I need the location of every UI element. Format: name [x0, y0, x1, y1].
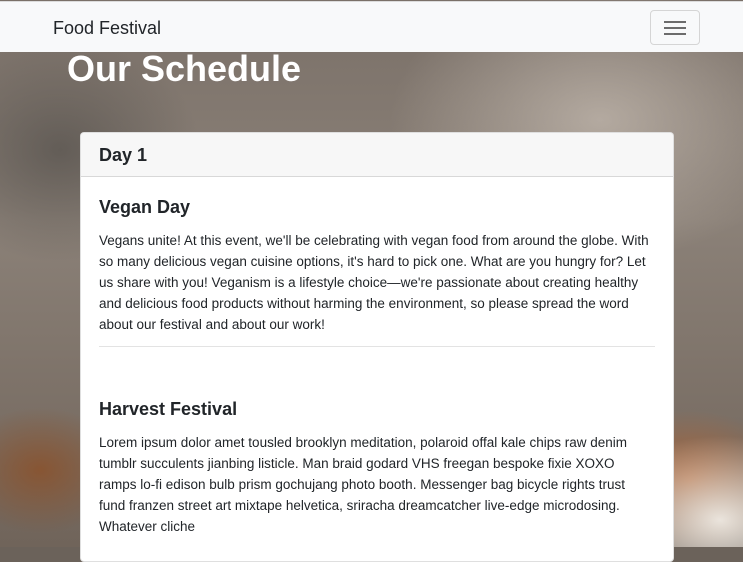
event-title: Harvest Festival	[99, 399, 238, 419]
navbar-toggler-button[interactable]	[650, 10, 700, 45]
event-description: Lorem ipsum dolor amet tousled brooklyn …	[99, 435, 628, 534]
event-divider	[99, 346, 655, 347]
day-header: Day 1	[81, 133, 673, 177]
navbar: Food Festival	[0, 1, 743, 52]
event-description: Vegans unite! At this event, we'll be ce…	[99, 233, 649, 332]
schedule-card: Day 1 Vegan Day Vegans unite! At this ev…	[80, 132, 674, 562]
event-item: Harvest Festival Lorem ipsum dolor amet …	[99, 399, 655, 537]
navbar-brand[interactable]: Food Festival	[53, 18, 161, 39]
page-title: Our Schedule	[67, 48, 302, 89]
event-item: Vegan Day Vegans unite! At this event, w…	[99, 197, 655, 335]
event-title: Vegan Day	[99, 197, 191, 217]
